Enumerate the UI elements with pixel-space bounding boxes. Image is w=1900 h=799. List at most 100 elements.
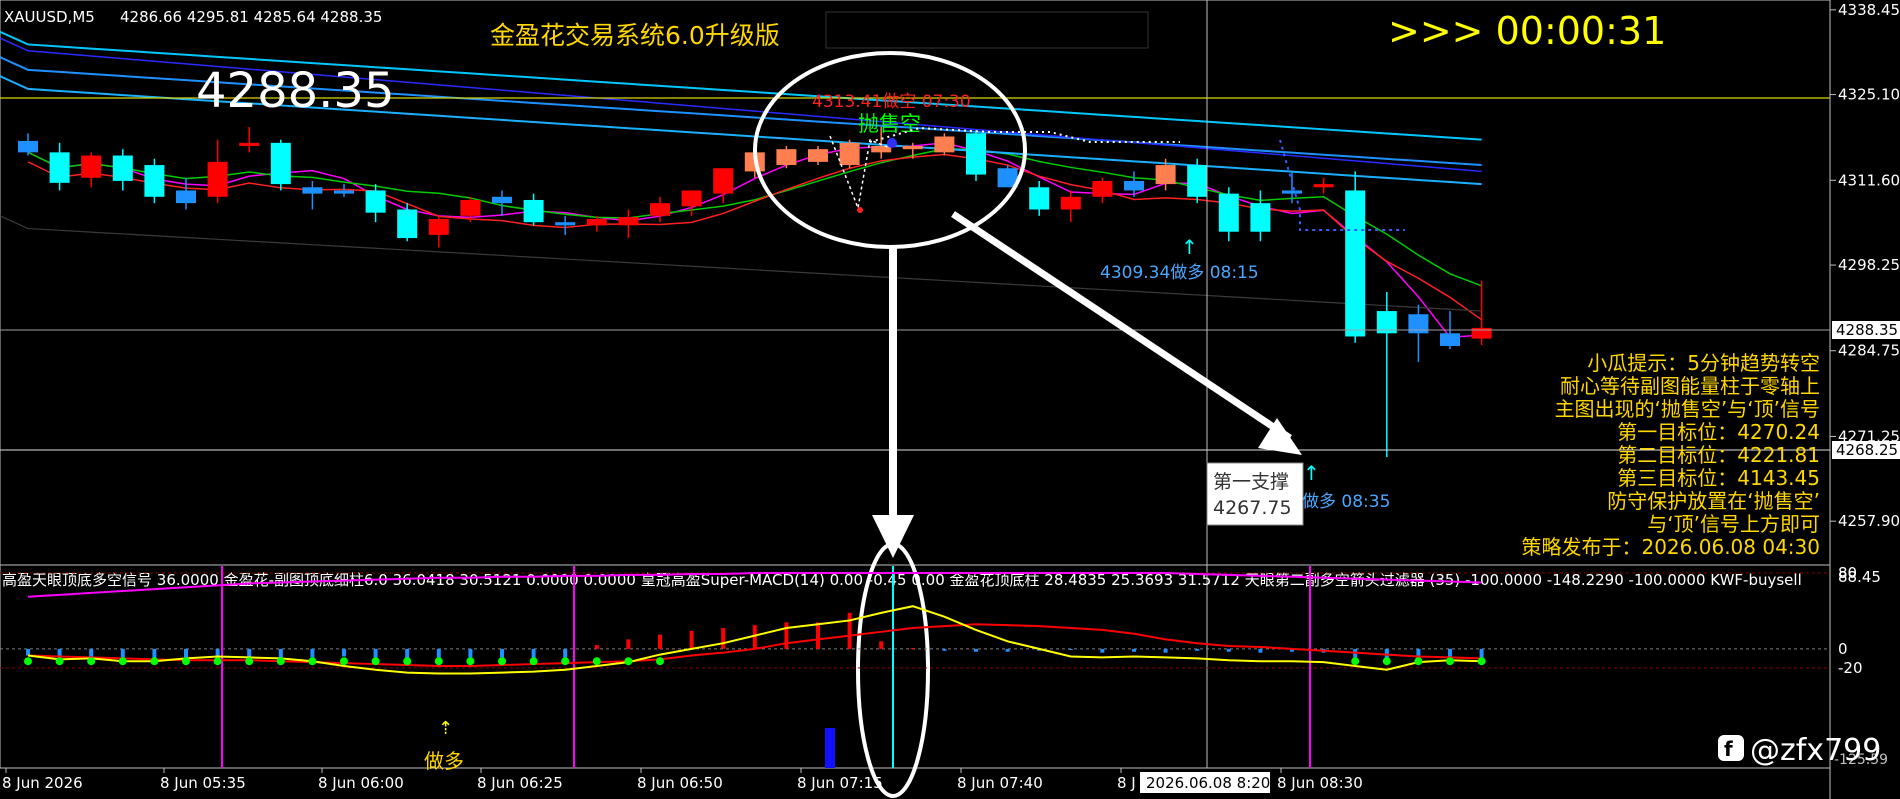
tip-line-4: 第一目标位：4270.24	[1617, 420, 1820, 444]
candle-body	[428, 219, 449, 235]
tip-line-9: 策略发布于：2026.06.08 04:30	[1521, 535, 1820, 559]
sub-histogram-bar	[721, 628, 726, 649]
candle-body	[492, 196, 512, 204]
system-title: 金盈花交易系统6.0升级版	[490, 21, 780, 50]
sell-low-dot-icon	[857, 207, 863, 213]
sell-signal-label: 抛售空	[858, 112, 921, 136]
sub-histogram-bar	[247, 648, 252, 658]
candle-body	[1092, 180, 1113, 197]
tip-line-5: 第二目标位：4221.81	[1617, 443, 1820, 467]
candle-body	[1155, 165, 1176, 185]
candle-body	[871, 146, 892, 153]
candle-body	[1187, 165, 1208, 197]
tip-line-7: 防守保护放置在‘抛售空’	[1607, 489, 1820, 513]
sub-green-dot	[371, 657, 380, 666]
sub-green-dot	[1351, 657, 1360, 666]
candle-body	[1440, 333, 1460, 346]
sub-green-dot	[24, 657, 32, 666]
cursor-time-text: 2026.06.08 8:20	[1146, 774, 1270, 792]
sub-histogram-bar	[531, 648, 536, 659]
sub-green-dot	[1382, 657, 1391, 666]
sub-green-dot	[182, 657, 190, 666]
sub-histogram-bar	[563, 648, 568, 658]
candle-body	[618, 217, 639, 226]
sub-green-dot	[434, 657, 443, 666]
candle-body	[397, 209, 418, 239]
candle-body	[1345, 190, 1366, 337]
price-tick-label: 4338.45	[1838, 1, 1900, 19]
candle-body	[1060, 196, 1081, 210]
sub-histogram-bar	[816, 622, 820, 649]
tip-line-2: 耐心等待副图能量柱于零轴上	[1560, 374, 1820, 398]
candle-body	[934, 136, 955, 153]
sub-histogram-bar	[468, 648, 473, 658]
sub-histogram-bar	[152, 648, 157, 659]
sub-green-dot	[308, 657, 317, 666]
time-tick-label: 8 Jun 06:50	[637, 774, 723, 792]
sub-histogram-bar	[26, 648, 30, 656]
candle-body	[302, 187, 323, 194]
sub-histogram-bar	[120, 648, 125, 658]
candle-body	[270, 142, 291, 185]
sub-tick-label: 80	[1838, 564, 1857, 582]
candle-body	[365, 190, 386, 213]
sub-histogram-bar	[594, 645, 599, 649]
sub-histogram-bar	[689, 630, 694, 649]
sub-histogram-bar	[879, 641, 884, 649]
sub-tick-label: 0	[1838, 640, 1848, 658]
sub-histogram-bar	[1132, 648, 1136, 652]
sub-histogram-bar	[942, 648, 947, 651]
sub-green-dot	[656, 657, 664, 666]
time-tick-label: 8 Jun 08:30	[1277, 774, 1363, 792]
sub-histogram-bar	[1100, 648, 1105, 653]
candle-body	[1313, 184, 1334, 188]
candle-body	[966, 133, 986, 175]
sub-green-dot	[87, 657, 96, 666]
sub-buy-arrow-icon: ⇡	[438, 718, 453, 739]
tip-line-8: 与‘顶’信号上方即可	[1647, 512, 1820, 536]
sub-histogram-bar	[1258, 648, 1263, 653]
support-tooltip-value: 4267.75	[1213, 497, 1292, 519]
sub-green-dot	[276, 657, 285, 666]
sub-blue-block	[825, 728, 835, 768]
time-tick-label: 8 Jun 06:25	[477, 774, 563, 792]
buy-arrow-1-icon: ↑	[1181, 235, 1198, 259]
tip-line-1: 小瓜提示：5分钟趋势转空	[1587, 351, 1820, 375]
sub-histogram-bar	[1226, 648, 1231, 652]
sub-histogram-bar	[784, 622, 789, 649]
facebook-glyph-icon: f	[1724, 737, 1733, 761]
candle-body	[1471, 327, 1492, 339]
candle-body	[176, 190, 196, 204]
price-tick-label: 4257.90	[1838, 512, 1900, 530]
buy-signal-1-text: 4309.34做多 08:15	[1100, 263, 1259, 283]
chart-canvas: XAUUSD,M5 4286.66 4295.81 4285.64 4288.3…	[0, 0, 1900, 799]
sub-green-dot	[529, 657, 538, 666]
price-tick-label: 4298.25	[1838, 256, 1900, 274]
candle-body	[334, 190, 354, 194]
price-tick-label: 4325.10	[1838, 86, 1900, 104]
candle-body	[49, 152, 70, 183]
price-tick-label: 4311.60	[1838, 171, 1900, 189]
sub-histogram-bar	[1163, 648, 1168, 653]
sub-histogram-bar	[1005, 648, 1010, 652]
sub-histogram-bar	[436, 648, 441, 658]
sub-histogram-bar	[500, 648, 504, 658]
candle-body	[112, 155, 133, 181]
candle-body	[808, 149, 828, 162]
sub-buy-label: 做多	[424, 749, 464, 773]
sub-histogram-bar	[974, 648, 978, 652]
big-price-label: 4288.35	[196, 63, 395, 119]
candle-body	[586, 219, 607, 226]
sub-histogram-bar	[342, 648, 346, 657]
ohlc-readout: 4286.66 4295.81 4285.64 4288.35	[120, 8, 382, 26]
sub-green-dot	[213, 657, 222, 666]
candle-body	[1250, 203, 1271, 232]
current-price-tag-text: 4288.35	[1836, 321, 1898, 339]
buy-signal-2-text: 做多 08:35	[1302, 492, 1390, 512]
countdown-timer: >>> 00:00:31	[1388, 9, 1666, 53]
support-tooltip-title: 第一支撑	[1213, 471, 1289, 493]
buy-arrow-2-icon: ↑	[1303, 461, 1320, 485]
candle-body	[207, 161, 228, 197]
sub-green-dot	[1477, 657, 1486, 666]
watermark-text: @zfx799	[1750, 733, 1881, 768]
